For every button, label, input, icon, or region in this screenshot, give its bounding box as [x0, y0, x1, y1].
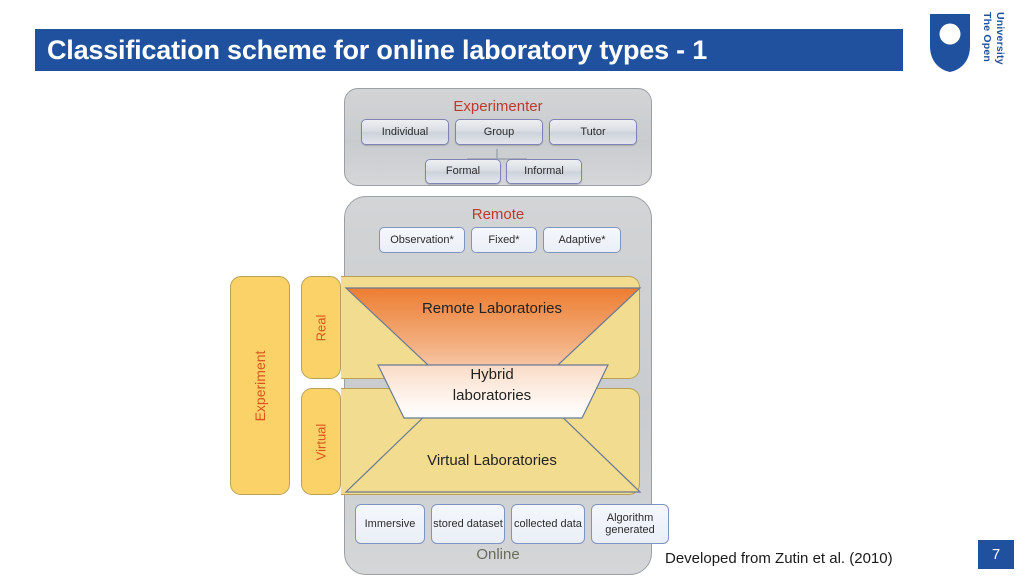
online-label: Online — [476, 546, 520, 563]
classification-diagram: Experimenter Individual Group Tutor Form… — [0, 0, 1024, 576]
experimenter-box-individual-label: Individual — [381, 125, 429, 138]
online-box-algorithm-generated[interactable]: Algorithm generated — [591, 504, 669, 544]
online-box-algorithm-generated-label: Algorithm generated — [605, 511, 655, 536]
source-credit: Developed from Zutin et al. (2010) — [665, 550, 893, 567]
experimenter-box-formal-label: Formal — [445, 165, 481, 178]
experimenter-box-tutor-label: Tutor — [580, 125, 606, 138]
remote-box-observation-label: Observation* — [390, 233, 454, 246]
experimenter-box-tutor[interactable]: Tutor — [549, 119, 637, 145]
remote-box-observation[interactable]: Observation* — [379, 227, 465, 253]
experimenter-box-informal-label: Informal — [524, 165, 564, 178]
remote-heading: Remote — [471, 206, 525, 223]
experimenter-box-group[interactable]: Group — [455, 119, 543, 145]
experimenter-box-individual[interactable]: Individual — [361, 119, 449, 145]
online-box-stored-dataset[interactable]: stored dataset — [431, 504, 505, 544]
virtual-laboratories-label: Virtual Laboratories — [427, 452, 557, 469]
online-box-collected-data[interactable]: collected data — [511, 504, 585, 544]
online-box-immersive[interactable]: Immersive — [355, 504, 425, 544]
page-number: 7 — [978, 540, 1014, 569]
experimenter-box-formal[interactable]: Formal — [425, 159, 501, 184]
experimenter-box-group-label: Group — [483, 125, 515, 138]
online-box-immersive-label: Immersive — [364, 517, 416, 530]
experimenter-panel: Experimenter Individual Group Tutor Form… — [344, 88, 652, 186]
online-box-collected-data-label: collected data — [514, 517, 582, 530]
remote-laboratories-label: Remote Laboratories — [421, 300, 563, 317]
remote-box-adaptive[interactable]: Adaptive* — [543, 227, 621, 253]
remote-box-adaptive-label: Adaptive* — [558, 233, 606, 246]
remote-box-fixed-label: Fixed* — [488, 233, 520, 246]
experimenter-box-informal[interactable]: Informal — [506, 159, 582, 184]
remote-box-fixed[interactable]: Fixed* — [471, 227, 537, 253]
hybrid-laboratories-label: Hybrid laboratories — [452, 366, 532, 405]
online-box-stored-dataset-label: stored dataset — [433, 517, 503, 530]
